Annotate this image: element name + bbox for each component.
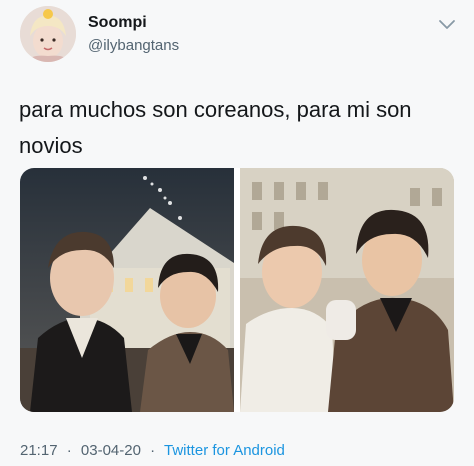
author-display-name[interactable]: Soompi [88,14,147,32]
author-handle[interactable]: @ilybangtans [88,37,179,54]
photo-two-men-night-street[interactable] [20,168,234,412]
tweet-meta: 21:17 · 03-04-20 · Twitter for Android [20,442,285,459]
chevron-down-icon[interactable] [438,18,456,32]
meta-separator: · [150,442,156,459]
media-grid [20,168,454,412]
tweet-time: 21:17 [20,442,58,459]
photo-two-men-embracing[interactable] [240,168,454,412]
meta-separator: · [66,442,72,459]
tweet-card: Soompi @ilybangtans para muchos son core… [0,0,474,466]
tweet-date[interactable]: 03-04-20 [81,442,141,459]
tweet-source-link[interactable]: Twitter for Android [164,442,285,459]
avatar[interactable] [20,6,76,62]
tweet-text: para muchos son coreanos, para mi son no… [19,97,412,158]
